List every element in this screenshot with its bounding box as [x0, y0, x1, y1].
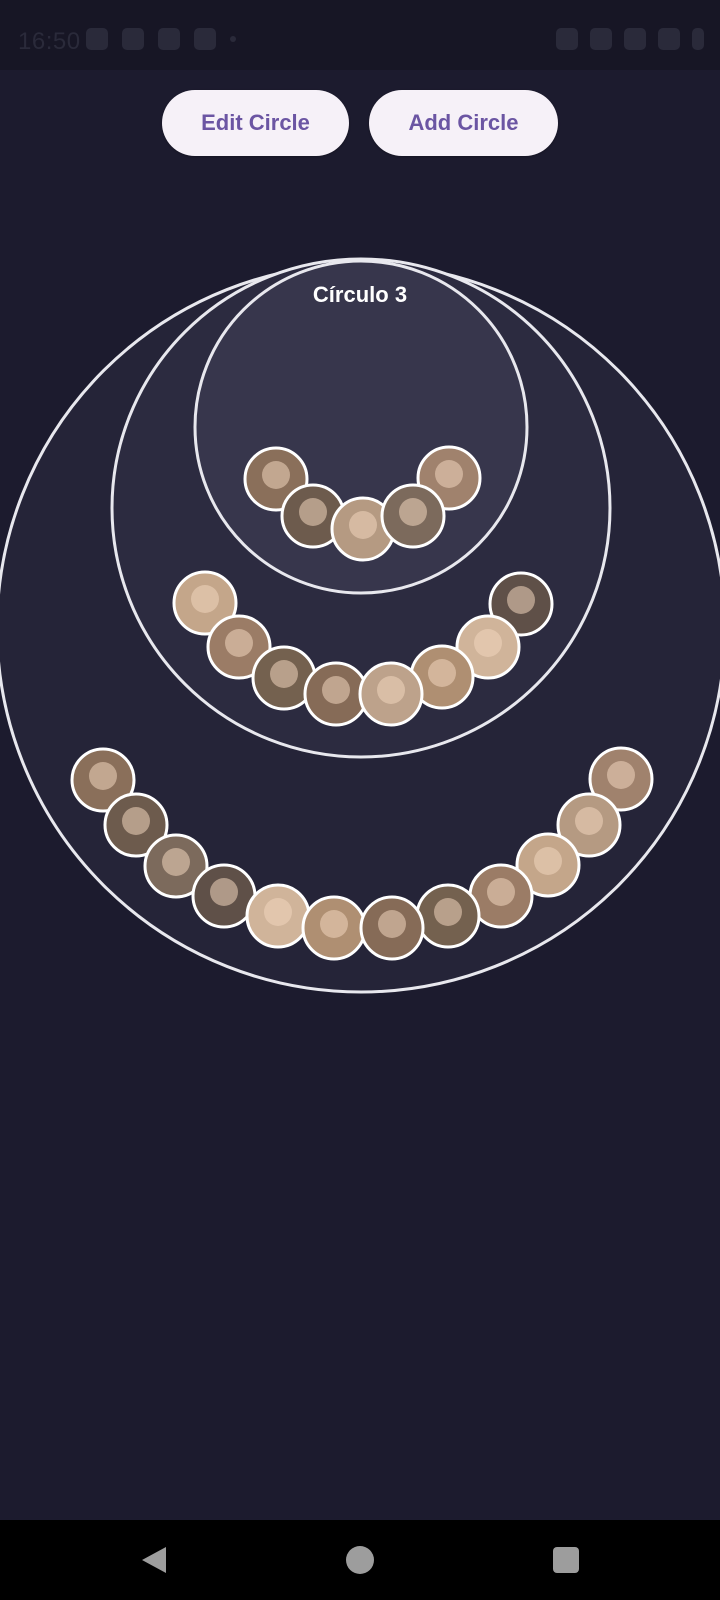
home-icon[interactable] [346, 1546, 374, 1574]
avatar-face-icon [122, 807, 150, 835]
contact-avatar[interactable] [301, 895, 367, 961]
circle-title: Círculo 3 [313, 282, 407, 307]
avatar-face-icon [607, 761, 635, 789]
avatar-face-icon [262, 461, 290, 489]
avatar-face-icon [428, 659, 456, 687]
avatar-face-icon [89, 762, 117, 790]
contact-avatar[interactable] [359, 895, 425, 961]
back-icon[interactable] [142, 1547, 166, 1573]
avatar-face-icon [575, 807, 603, 835]
circles-canvas: Círculo 3 [0, 257, 720, 994]
avatar-face-icon [507, 586, 535, 614]
avatar-face-icon [435, 460, 463, 488]
navigation-bar [0, 1520, 720, 1600]
avatar-face-icon [210, 878, 238, 906]
avatar-face-icon [225, 629, 253, 657]
avatar-face-icon [322, 676, 350, 704]
avatar-face-icon [534, 847, 562, 875]
avatar-face-icon [434, 898, 462, 926]
avatar-face-icon [320, 910, 348, 938]
avatar-face-icon [349, 511, 377, 539]
avatar-face-icon [264, 898, 292, 926]
avatar-face-icon [299, 498, 327, 526]
contact-avatar[interactable] [245, 883, 311, 949]
contact-avatar[interactable] [358, 661, 424, 727]
avatar-face-icon [399, 498, 427, 526]
avatar-face-icon [474, 629, 502, 657]
contact-avatar[interactable] [303, 661, 369, 727]
contact-avatar[interactable] [415, 883, 481, 949]
avatar-face-icon [270, 660, 298, 688]
avatar-face-icon [487, 878, 515, 906]
avatar-face-icon [162, 848, 190, 876]
avatar-face-icon [377, 676, 405, 704]
avatar-face-icon [191, 585, 219, 613]
avatar-face-icon [378, 910, 406, 938]
contact-avatar[interactable] [380, 483, 446, 549]
recents-icon[interactable] [553, 1547, 579, 1573]
